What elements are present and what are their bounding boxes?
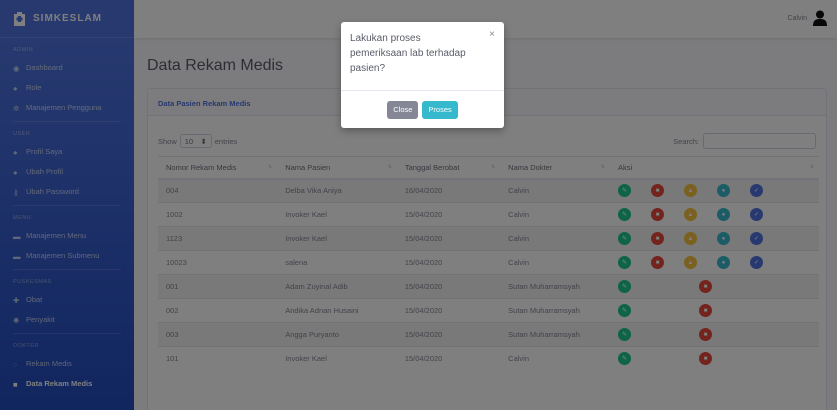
proses-button[interactable]: Proses <box>422 100 458 119</box>
close-icon[interactable]: × <box>489 29 495 40</box>
modal-title: Lakukan proses pemeriksaan lab terhadap … <box>350 33 466 74</box>
confirm-modal: Lakukan proses pemeriksaan lab terhadap … <box>341 22 504 128</box>
modal-footer: Close Proses <box>341 90 504 128</box>
close-button[interactable]: Close <box>387 100 419 119</box>
